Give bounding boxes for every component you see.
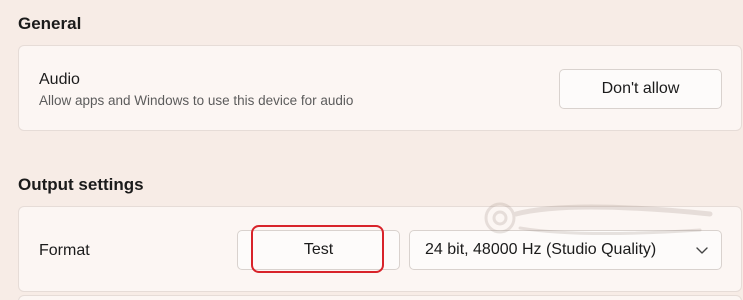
next-setting-card xyxy=(18,295,742,300)
test-button[interactable]: Test xyxy=(237,230,400,270)
audio-setting-card: Audio Allow apps and Windows to use this… xyxy=(18,45,742,131)
dont-allow-button[interactable]: Don't allow xyxy=(559,69,722,109)
format-dropdown[interactable]: 24 bit, 48000 Hz (Studio Quality) xyxy=(409,230,722,270)
chevron-down-icon xyxy=(696,247,708,254)
format-setting-card: Format Test 24 bit, 48000 Hz (Studio Qua… xyxy=(18,206,742,292)
audio-description: Allow apps and Windows to use this devic… xyxy=(39,93,354,108)
format-label: Format xyxy=(39,242,90,259)
audio-title: Audio xyxy=(39,71,80,88)
output-settings-section-title: Output settings xyxy=(18,175,144,194)
general-section-title: General xyxy=(18,14,82,33)
format-dropdown-value: 24 bit, 48000 Hz (Studio Quality) xyxy=(425,241,657,258)
